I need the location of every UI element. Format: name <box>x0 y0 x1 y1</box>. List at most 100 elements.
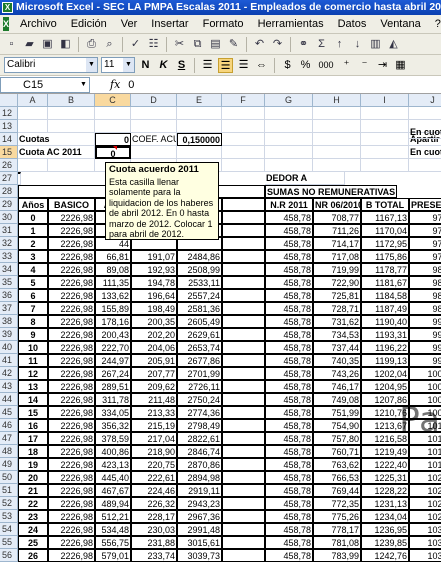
decrease-decimal-icon[interactable]: ⁻ <box>357 58 372 73</box>
col-e-cell[interactable]: 2846,74 <box>177 445 222 458</box>
col-e-cell[interactable]: 2894,98 <box>177 471 222 484</box>
grid-cell[interactable] <box>361 146 409 159</box>
menu-ventana[interactable]: Ventana <box>373 18 427 30</box>
basico-cell[interactable]: 2226,98 <box>48 237 95 250</box>
ant-cell[interactable]: 378,59 <box>95 432 131 445</box>
save-icon[interactable]: ▣ <box>40 37 55 52</box>
row-header[interactable]: 51 <box>0 484 18 497</box>
col-d-cell[interactable]: 198,49 <box>131 302 177 315</box>
col-e-cell[interactable]: 3039,73 <box>177 549 222 562</box>
basico-cell[interactable]: 2226,98 <box>48 458 95 471</box>
col-d-cell[interactable]: 192,93 <box>131 263 177 276</box>
row-header[interactable]: 49 <box>0 458 18 471</box>
nr062010-cell[interactable]: 743,26 <box>313 367 361 380</box>
menu-herramientas[interactable]: Herramientas <box>251 18 331 30</box>
hyperlink-icon[interactable]: ⚭ <box>296 37 311 52</box>
present-cell[interactable]: 99,16 <box>409 315 441 328</box>
comment-indicator-icon[interactable] <box>113 146 117 150</box>
present-cell[interactable]: 102,80 <box>409 510 441 523</box>
btotal-cell[interactable]: 1202,04 <box>361 367 409 380</box>
ant-cell[interactable]: 423,13 <box>95 458 131 471</box>
grid-cell[interactable] <box>265 159 313 172</box>
nr2011-cell[interactable]: 458,78 <box>265 315 313 328</box>
present-cell[interactable]: 98,19 <box>409 263 441 276</box>
anos-cell[interactable]: 2 <box>18 237 48 250</box>
open-folder-icon[interactable]: ▰ <box>22 37 37 52</box>
basico-cell[interactable]: 2226,98 <box>48 328 95 341</box>
grid-cell[interactable] <box>177 107 222 120</box>
cuotas-input[interactable]: 0 <box>95 133 131 146</box>
basico-cell[interactable]: 2226,98 <box>48 289 95 302</box>
col-d-cell[interactable]: 200,35 <box>131 315 177 328</box>
col-e-cell[interactable]: 2798,49 <box>177 419 222 432</box>
nr2011-cell[interactable]: 458,78 <box>265 237 313 250</box>
ant-cell[interactable]: 467,67 <box>95 484 131 497</box>
menu-archivo[interactable]: Archivo <box>13 18 64 30</box>
ant-cell[interactable]: 289,51 <box>95 380 131 393</box>
redo-icon[interactable]: ↷ <box>270 37 285 52</box>
nr062010-cell[interactable]: 749,08 <box>313 393 361 406</box>
ant-cell[interactable]: 267,24 <box>95 367 131 380</box>
col-f-cell[interactable] <box>222 406 265 419</box>
grid-cell[interactable] <box>18 159 48 172</box>
present-cell[interactable]: 102,07 <box>409 471 441 484</box>
col-f-cell[interactable] <box>222 510 265 523</box>
col-d-cell[interactable]: 204,06 <box>131 341 177 354</box>
anos-cell[interactable]: 6 <box>18 289 48 302</box>
grid-cell[interactable] <box>222 120 265 133</box>
ant-cell[interactable]: 556,75 <box>95 536 131 549</box>
col-e-cell[interactable]: 2508,99 <box>177 263 222 276</box>
anos-cell[interactable]: 22 <box>18 497 48 510</box>
grid-cell[interactable] <box>313 133 361 146</box>
font-name-select[interactable]: Calibri ▼ <box>4 57 98 73</box>
col-e-cell[interactable]: 2943,23 <box>177 497 222 510</box>
indent-icon[interactable]: ⇥ <box>375 58 390 73</box>
present-cell[interactable]: 98,68 <box>409 289 441 302</box>
nr2011-cell[interactable]: 458,78 <box>265 328 313 341</box>
col-f-cell[interactable] <box>222 367 265 380</box>
basico-cell[interactable]: 2226,98 <box>48 263 95 276</box>
column-header-j[interactable]: J <box>409 94 441 107</box>
btotal-cell[interactable]: 1234,04 <box>361 510 409 523</box>
nr062010-cell[interactable]: 740,35 <box>313 354 361 367</box>
nr2011-cell[interactable]: 458,78 <box>265 445 313 458</box>
present-cell[interactable]: 100,37 <box>409 380 441 393</box>
col-d-cell[interactable]: 218,90 <box>131 445 177 458</box>
anos-cell[interactable]: 3 <box>18 250 48 263</box>
grid-cell[interactable] <box>177 146 222 159</box>
col-f-cell[interactable] <box>222 445 265 458</box>
anos-cell[interactable]: 26 <box>18 549 48 562</box>
nr2011-cell[interactable]: 458,78 <box>265 211 313 224</box>
anos-cell[interactable]: 19 <box>18 458 48 471</box>
nr062010-cell[interactable]: 769,44 <box>313 484 361 497</box>
row-header[interactable]: 15 <box>0 146 18 159</box>
anos-cell[interactable]: 13 <box>18 380 48 393</box>
grid-cell[interactable] <box>313 107 361 120</box>
grid-cell[interactable] <box>131 146 177 159</box>
btotal-cell[interactable]: 1178,77 <box>361 263 409 276</box>
col-d-cell[interactable]: 213,33 <box>131 406 177 419</box>
basico-cell[interactable]: 2226,98 <box>48 523 95 536</box>
present-cell[interactable]: 97,46 <box>409 224 441 237</box>
col-f-cell[interactable] <box>222 458 265 471</box>
col-f-cell[interactable] <box>222 211 265 224</box>
menu-edicion[interactable]: Edición <box>64 18 114 30</box>
excel-app-icon[interactable]: X <box>2 2 13 13</box>
underline-button[interactable]: S <box>174 58 189 73</box>
col-e-cell[interactable]: 2533,11 <box>177 276 222 289</box>
nr2011-cell[interactable]: 458,78 <box>265 380 313 393</box>
col-f-cell[interactable] <box>222 380 265 393</box>
col-f-cell[interactable] <box>222 432 265 445</box>
grid-cell[interactable] <box>313 120 361 133</box>
ant-cell[interactable]: 311,78 <box>95 393 131 406</box>
row-header[interactable]: 50 <box>0 471 18 484</box>
ant-cell[interactable]: 222,70 <box>95 341 131 354</box>
basico-cell[interactable]: 2226,98 <box>48 250 95 263</box>
col-f-cell[interactable] <box>222 315 265 328</box>
increase-decimal-icon[interactable]: ⁺ <box>339 58 354 73</box>
col-d-cell[interactable]: 226,32 <box>131 497 177 510</box>
btotal-cell[interactable]: 1242,76 <box>361 549 409 562</box>
nr062010-cell[interactable]: 754,90 <box>313 419 361 432</box>
btotal-cell[interactable]: 1167,13 <box>361 211 409 224</box>
function-icon[interactable]: fx <box>110 78 120 91</box>
